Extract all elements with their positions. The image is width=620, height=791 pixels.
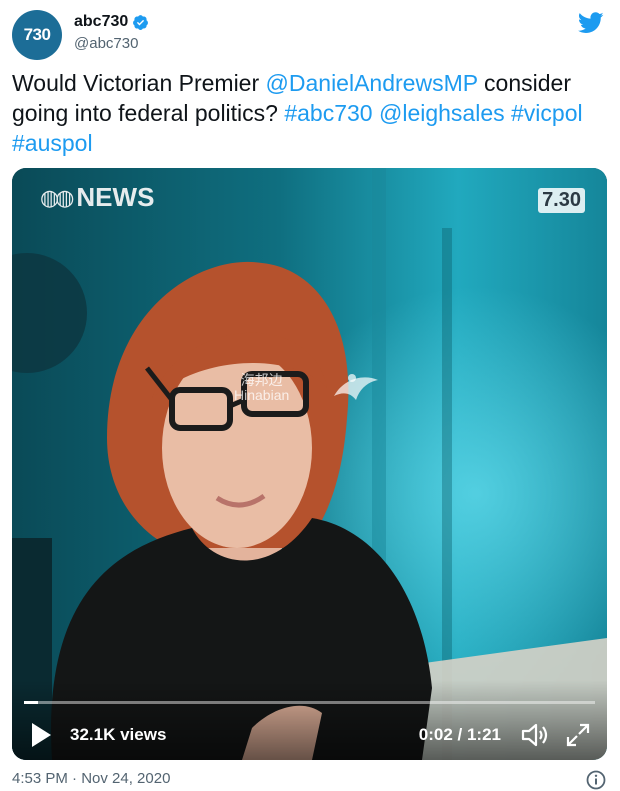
mention-link[interactable]: @DanielAndrewsMP [266, 70, 478, 96]
handle[interactable]: @abc730 [74, 35, 149, 52]
abc-mark-icon: ◍◍ [40, 184, 74, 210]
author-info: abc730 @abc730 [74, 13, 149, 52]
display-name[interactable]: abc730 [74, 13, 128, 31]
video-controls: 32.1K views 0:02 / 1:21 [12, 680, 607, 760]
channel-logo-text: NEWS [76, 182, 155, 212]
watermark-text: 海邦边 Hinabian [234, 373, 289, 403]
watermark-cn: 海邦边 [240, 372, 283, 388]
display-name-row[interactable]: abc730 [74, 13, 149, 31]
hashtag-link[interactable]: #vicpol [511, 100, 583, 126]
tweet-timestamp[interactable]: 4:53 PM · Nov 24, 2020 [12, 770, 170, 787]
tweet-text-part: Would Victorian Premier [12, 70, 266, 96]
hashtag-link[interactable]: #abc730 [284, 100, 372, 126]
verified-badge-icon [133, 14, 149, 30]
tweet-text: Would Victorian Premier @DanielAndrewsMP… [12, 68, 608, 158]
video-time: 0:02 / 1:21 [418, 725, 501, 744]
video-frame [12, 168, 607, 760]
progress-bar[interactable] [24, 701, 595, 704]
twitter-bird-icon[interactable] [578, 12, 604, 34]
info-icon[interactable] [586, 770, 606, 790]
watermark-bird-icon [334, 374, 378, 400]
abc-news-logo: ◍◍ NEWS [40, 182, 154, 213]
volume-icon[interactable] [521, 722, 549, 748]
avatar-logo: 730 [23, 25, 51, 44]
video-player[interactable]: ◍◍ NEWS 7.30 海邦边 Hinabian 32.1K views 0:… [12, 168, 607, 760]
program-tag: 7.30 [538, 188, 585, 213]
view-count: 32.1K views [70, 725, 167, 744]
avatar[interactable]: 730 [12, 10, 62, 60]
play-icon[interactable] [30, 722, 52, 748]
hashtag-link[interactable]: #auspol [12, 130, 93, 156]
tweet-header: 730 abc730 @abc730 [12, 10, 608, 60]
progress-fill [24, 701, 39, 704]
watermark-en: Hinabian [234, 387, 290, 403]
fullscreen-icon[interactable] [565, 722, 591, 748]
mention-link[interactable]: @leighsales [379, 100, 505, 126]
